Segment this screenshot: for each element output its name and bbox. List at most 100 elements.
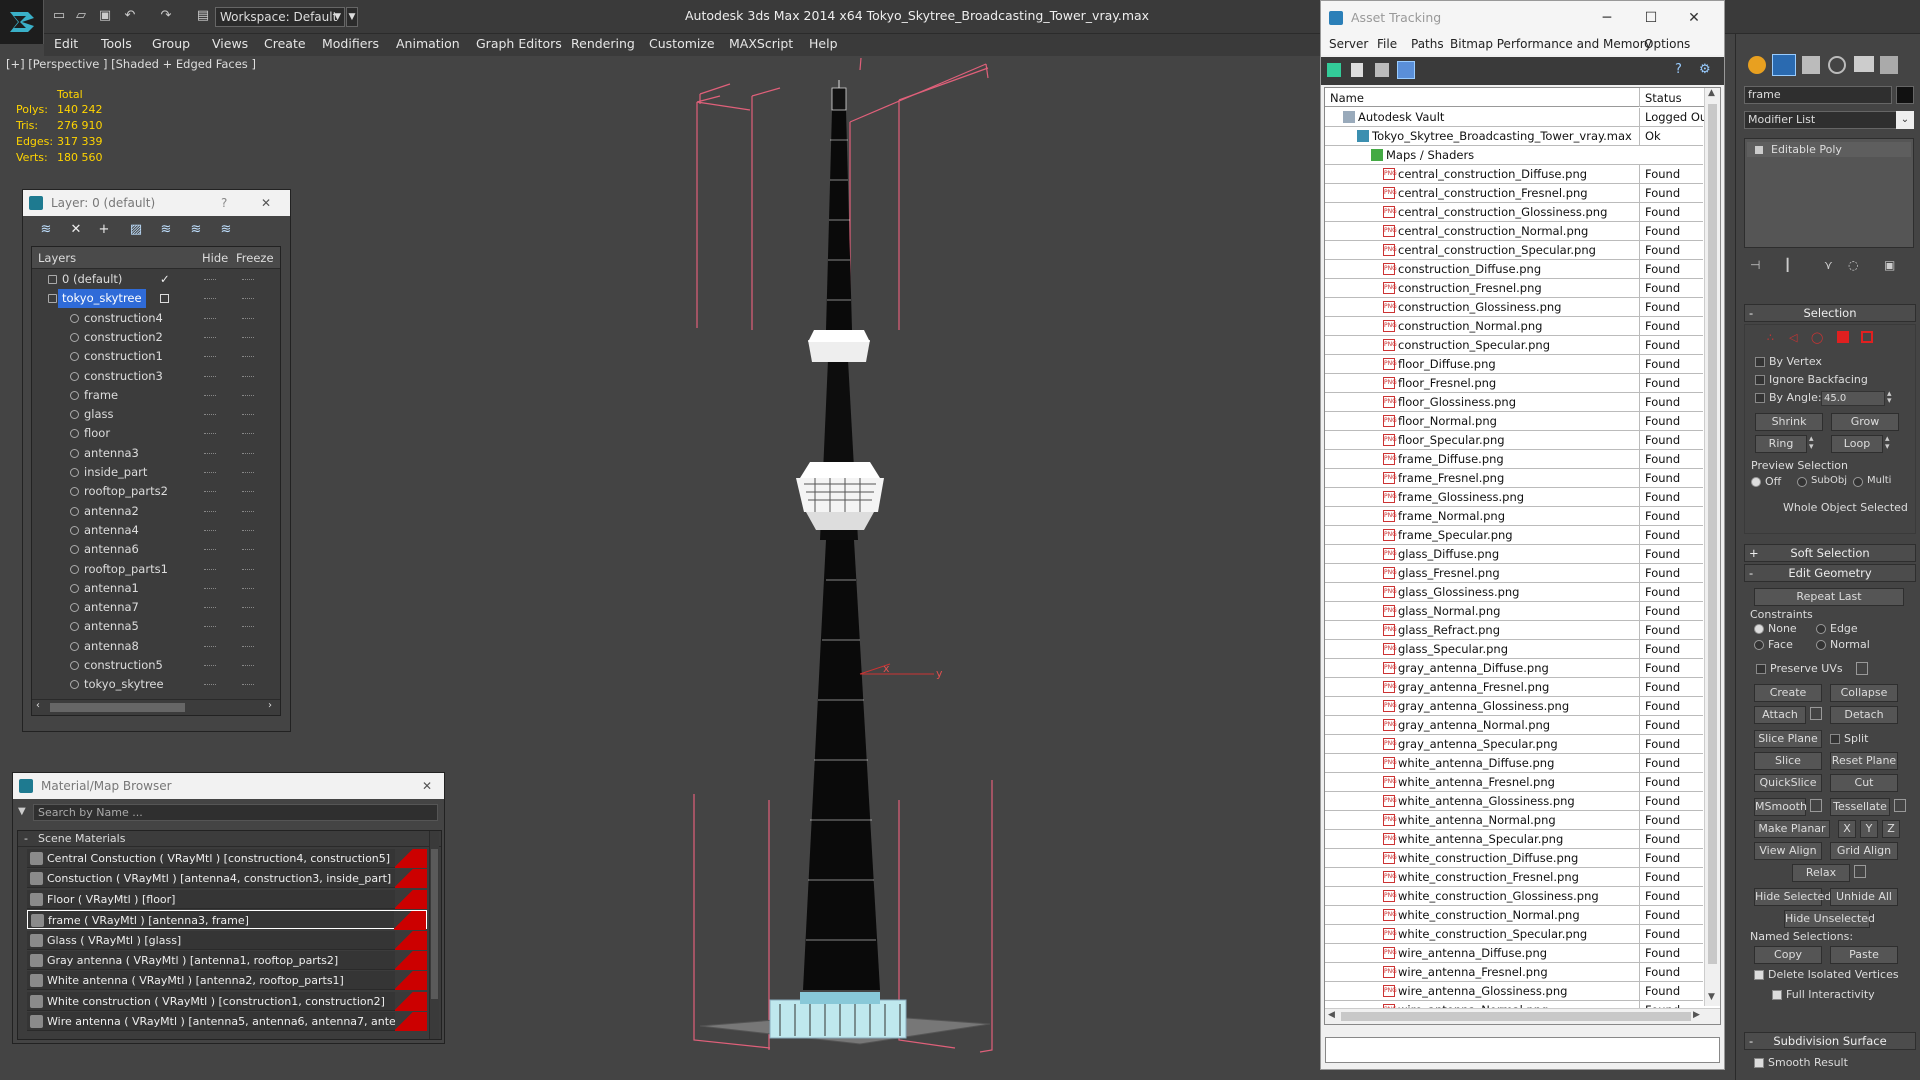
asset-row[interactable]: PNG white_construction_Specular.png Found <box>1325 925 1703 944</box>
layer-row[interactable]: construction2 <box>32 328 280 347</box>
asset-row[interactable]: PNG central_construction_Diffuse.png Found <box>1325 165 1703 184</box>
freeze-toggle[interactable] <box>242 549 254 551</box>
hierarchy-tab-icon[interactable] <box>1802 56 1820 74</box>
preserve-uvs-settings-icon[interactable] <box>1856 662 1868 675</box>
hide-toggle[interactable] <box>204 356 216 358</box>
asset-row[interactable]: PNG gray_antenna_Specular.png Found <box>1325 735 1703 754</box>
freeze-toggle[interactable] <box>242 375 254 377</box>
asset-row[interactable]: PNG floor_Diffuse.png Found <box>1325 355 1703 374</box>
close-icon[interactable]: ✕ <box>422 773 432 799</box>
perspective-viewport[interactable] <box>444 56 1320 1070</box>
add-to-layer-icon[interactable]: + <box>95 221 113 239</box>
reset-plane-button[interactable]: Reset Plane <box>1830 752 1898 770</box>
scroll-left-icon[interactable]: ◀ <box>1328 1010 1335 1020</box>
split-checkbox[interactable] <box>1830 734 1840 744</box>
configure-sets-icon[interactable]: ▣ <box>1884 258 1895 272</box>
attach-button[interactable]: Attach <box>1754 706 1806 724</box>
asset-row[interactable]: PNG glass_Diffuse.png Found <box>1325 545 1703 564</box>
help-icon[interactable]: ? <box>221 190 227 216</box>
asset-row[interactable]: Tokyo_Skytree_Broadcasting_Tower_vray.ma… <box>1325 127 1703 146</box>
preserve-uvs-checkbox[interactable] <box>1756 664 1766 674</box>
modify-tab-icon[interactable] <box>1772 54 1796 76</box>
constraint-normal-radio[interactable] <box>1816 640 1826 650</box>
asset-row[interactable]: Maps / Shaders <box>1325 146 1703 165</box>
freeze-column-header[interactable]: Freeze <box>236 251 274 265</box>
freeze-toggle[interactable] <box>242 665 254 666</box>
scene-materials-header[interactable]: - Scene Materials <box>18 831 441 847</box>
menu-create[interactable]: Create <box>264 34 306 56</box>
grid-align-button[interactable]: Grid Align <box>1830 842 1898 860</box>
freeze-toggle[interactable] <box>242 356 254 358</box>
hide-toggle[interactable] <box>204 279 216 280</box>
asset-row[interactable]: PNG white_construction_Normal.png Found <box>1325 906 1703 925</box>
hide-toggle[interactable] <box>204 510 216 512</box>
by-vertex-checkbox[interactable] <box>1755 357 1765 367</box>
freeze-toggle[interactable] <box>242 529 254 531</box>
settings-icon[interactable]: ⚙ <box>1699 62 1711 77</box>
asset-menu-server[interactable]: Server <box>1329 37 1368 51</box>
asset-row[interactable]: PNG construction_Fresnel.png Found <box>1325 279 1703 298</box>
asset-row[interactable]: PNG frame_Glossiness.png Found <box>1325 488 1703 507</box>
hide-toggle[interactable] <box>204 317 216 319</box>
asset-row[interactable]: PNG central_construction_Fresnel.png Found <box>1325 184 1703 203</box>
close-icon[interactable]: ✕ <box>261 190 271 216</box>
scroll-left-icon[interactable]: ‹ <box>36 700 40 711</box>
soft-selection-rollout-header[interactable]: + Soft Selection <box>1744 544 1916 562</box>
layer-row[interactable]: construction4 <box>32 309 280 328</box>
asset-menu-bitmap[interactable]: Bitmap Performance and Memory <box>1450 37 1652 51</box>
asset-row[interactable]: PNG wire_antenna_Fresnel.png Found <box>1325 963 1703 982</box>
motion-tab-icon[interactable] <box>1828 56 1846 74</box>
asset-row[interactable]: PNG frame_Normal.png Found <box>1325 507 1703 526</box>
preview-multi-radio[interactable] <box>1853 477 1863 487</box>
layer-row[interactable]: antenna7 <box>32 598 280 617</box>
asset-row[interactable]: PNG frame_Fresnel.png Found <box>1325 469 1703 488</box>
detail-view-icon[interactable] <box>1375 63 1389 77</box>
msmooth-button[interactable]: MSmooth <box>1754 798 1807 816</box>
hide-toggle[interactable] <box>204 491 216 493</box>
modifier-list-dropdown[interactable]: Modifier List <box>1744 111 1906 129</box>
asset-menu-options[interactable]: Options <box>1644 37 1690 51</box>
help-icon[interactable]: ? <box>1675 62 1682 77</box>
minimize-icon[interactable]: ─ <box>1588 1 1626 35</box>
asset-row[interactable]: PNG glass_Fresnel.png Found <box>1325 564 1703 583</box>
layer-horizontal-scrollbar[interactable]: ‹ › <box>32 699 280 715</box>
workspace-dropdown-arrow[interactable]: ▼ <box>346 7 358 27</box>
material-row[interactable]: White antenna ( VRayMtl ) [antenna2, roo… <box>27 971 427 991</box>
asset-row[interactable]: PNG frame_Diffuse.png Found <box>1325 450 1703 469</box>
material-row[interactable]: Central Constuction ( VRayMtl ) [constru… <box>27 849 427 868</box>
menu-graph-editors[interactable]: Graph Editors <box>476 34 562 56</box>
hide-toggle[interactable] <box>204 665 216 666</box>
cut-button[interactable]: Cut <box>1830 774 1898 792</box>
hide-toggle[interactable] <box>204 433 216 435</box>
planar-x-button[interactable]: X <box>1838 820 1856 838</box>
status-column-header[interactable]: Status <box>1639 88 1682 107</box>
utilities-tab-icon[interactable] <box>1880 56 1898 74</box>
hide-toggle[interactable] <box>204 587 216 589</box>
hide-toggle[interactable] <box>204 549 216 551</box>
material-row[interactable]: Wire antenna ( VRayMtl ) [antenna5, ante… <box>27 1012 428 1032</box>
layer-row[interactable]: construction5 <box>32 656 280 675</box>
freeze-toggle[interactable] <box>242 394 254 396</box>
delete-layer-icon[interactable]: ✕ <box>67 221 85 239</box>
constraint-face-radio[interactable] <box>1754 640 1764 650</box>
asset-row[interactable]: PNG floor_Normal.png Found <box>1325 412 1703 431</box>
viewport-label[interactable]: [+] [Perspective ] [Shaded + Edged Faces… <box>6 57 256 71</box>
open-file-icon[interactable]: ▱ <box>73 8 89 24</box>
ring-spinner-arrows[interactable]: ▴ ▾ <box>1809 435 1814 452</box>
layer-row[interactable]: frame <box>32 386 280 405</box>
hide-toggle[interactable] <box>204 452 216 454</box>
material-search-input[interactable]: Search by Name ... <box>33 804 438 821</box>
paste-button[interactable]: Paste <box>1830 946 1898 964</box>
asset-row[interactable]: PNG gray_antenna_Normal.png Found <box>1325 716 1703 735</box>
layers-column-header[interactable]: Layers <box>38 251 76 265</box>
view-align-button[interactable]: View Align <box>1754 842 1822 860</box>
layer-row[interactable]: glass <box>32 405 280 424</box>
transform-gizmo[interactable] <box>859 663 934 675</box>
material-row[interactable]: Gray antenna ( VRayMtl ) [antenna1, roof… <box>27 951 427 970</box>
freeze-toggle[interactable] <box>242 298 254 300</box>
hide-toggle[interactable] <box>204 568 216 570</box>
asset-row[interactable]: PNG glass_Normal.png Found <box>1325 602 1703 621</box>
menu-tools[interactable]: Tools <box>101 34 132 56</box>
menu-help[interactable]: Help <box>809 34 838 56</box>
asset-row[interactable]: PNG wire_antenna_Diffuse.png Found <box>1325 944 1703 963</box>
